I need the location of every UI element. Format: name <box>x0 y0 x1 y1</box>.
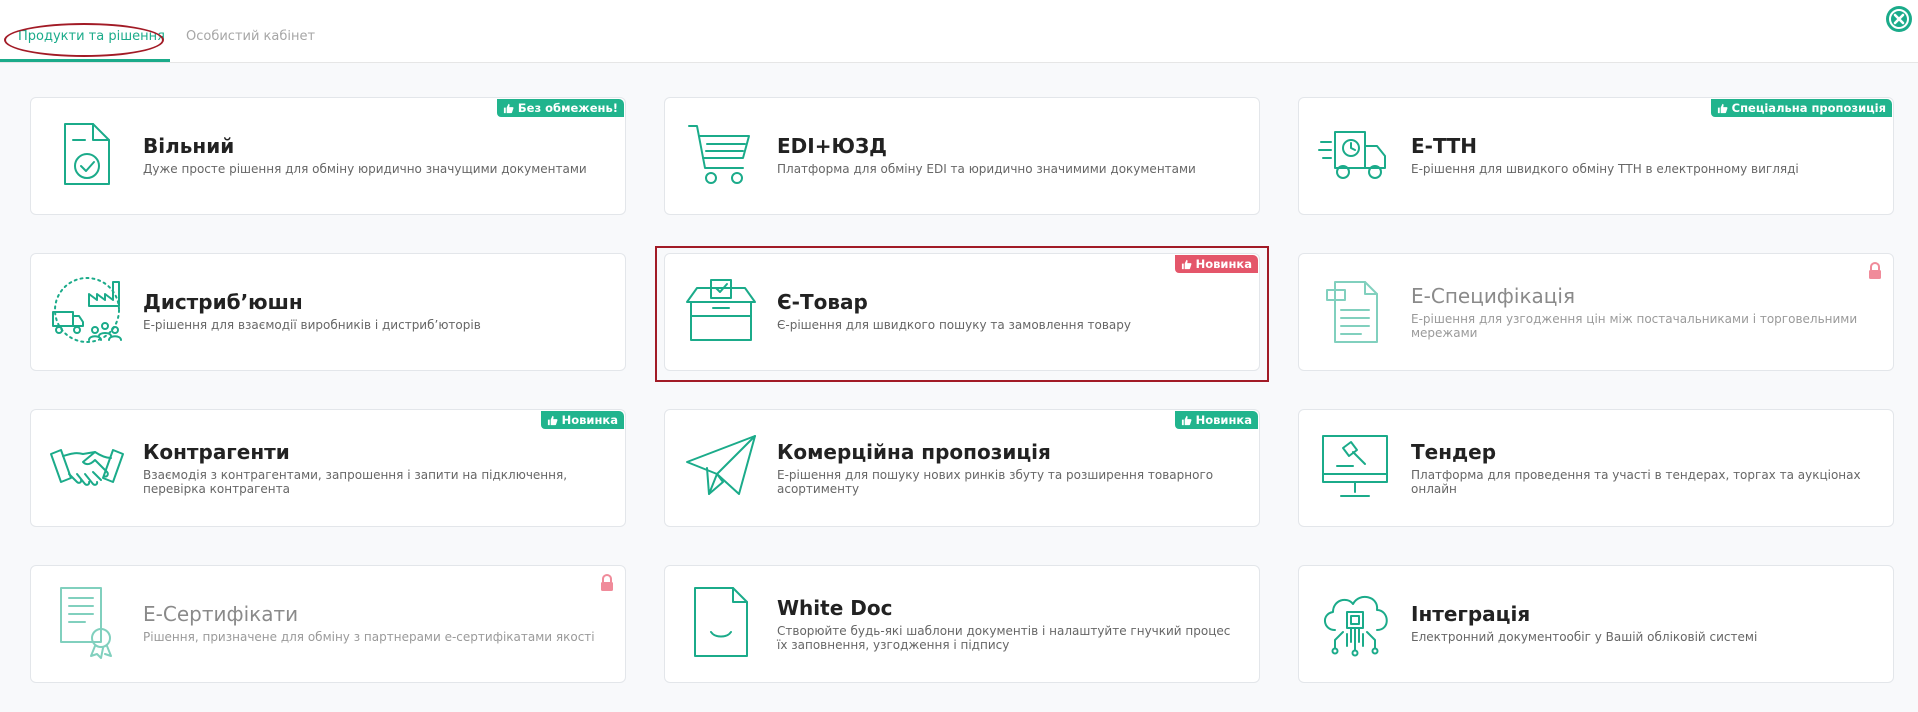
handshake-icon <box>50 449 124 486</box>
product-description: Е-рішення для пошуку нових ринків збуту … <box>777 468 1214 496</box>
product-card-vilnyi[interactable]: Вільний Дуже просте рішення для обміну ю… <box>30 97 626 215</box>
product-description: Взаємодія з контрагентами, запрошення і … <box>143 468 568 496</box>
certificate-icon <box>60 587 112 659</box>
lock-icon <box>1869 262 1881 279</box>
product-title: Е-ТТН <box>1411 134 1477 158</box>
delivery-truck-icon <box>1318 131 1386 179</box>
product-card-ettn[interactable]: Е-ТТН Е-рішення для швидкого обміну ТТН … <box>1298 97 1894 215</box>
paper-plane-icon <box>686 435 756 495</box>
product-card-white-doc[interactable]: White Doc Створюйте будь-які шаблони док… <box>664 565 1260 683</box>
badge-label: Новинка <box>1195 257 1252 271</box>
badge-label: Без обмежень! <box>517 101 618 115</box>
product-description: Створюйте будь-які шаблони документів і … <box>777 624 1231 652</box>
product-card-tender[interactable]: Тендер Платформа для проведення та участ… <box>1298 409 1894 527</box>
product-card-e-specification[interactable]: Е-Специфікація Е-рішення для узгодження … <box>1298 253 1894 371</box>
thumbs-up-icon <box>1181 415 1192 426</box>
close-button[interactable] <box>1886 6 1912 32</box>
close-icon <box>1889 9 1909 29</box>
product-description: Електронний документообіг у Вашій обліко… <box>1411 630 1758 644</box>
active-tab-indicator <box>0 59 170 62</box>
product-description: Е-рішення для взаємодії виробників і дис… <box>143 318 481 332</box>
product-card-distribution[interactable]: Дистриб’юшн Е-рішення для взаємодії виро… <box>30 253 626 371</box>
badge-label: Новинка <box>561 413 618 427</box>
shopping-cart-icon <box>688 125 750 184</box>
status-badge: Без обмежень! <box>496 99 624 117</box>
status-badge: Новинка <box>540 411 624 429</box>
badge-label: Новинка <box>1195 413 1252 427</box>
box-icon <box>686 279 756 341</box>
product-description: Рішення, призначене для обміну з партнер… <box>143 630 595 644</box>
product-card-edi[interactable]: EDI+ЮЗД Платформа для обміну EDI та юрид… <box>664 97 1260 215</box>
specification-icon <box>1326 281 1378 343</box>
product-title: Е-Сертифікати <box>143 602 299 626</box>
product-title: Дистриб’юшн <box>143 290 303 314</box>
product-title: Е-Специфікація <box>1411 284 1576 308</box>
tab-bar: Продукти та рішення Особистий кабінет <box>0 0 1918 63</box>
document-check-icon <box>64 123 110 185</box>
cloud-chip-icon <box>1324 595 1388 657</box>
tab-products[interactable]: Продукти та рішення <box>18 28 165 46</box>
product-title: Комерційна пропозиція <box>777 440 1051 464</box>
status-badge: Новинка <box>1174 411 1258 429</box>
status-badge: Новинка <box>1174 255 1258 273</box>
products-grid: Вільний Дуже просте рішення для обміну ю… <box>0 63 1918 712</box>
product-title: Вільний <box>143 134 235 158</box>
auction-monitor-icon <box>1322 435 1388 497</box>
product-description: Є-рішення для швидкого пошуку та замовле… <box>777 318 1131 332</box>
distribution-icon <box>52 277 122 343</box>
lock-icon <box>601 574 613 591</box>
product-description: Е-рішення для швидкого обміну ТТН в елек… <box>1411 162 1799 176</box>
status-badge: Спеціальна пропозиція <box>1710 99 1892 117</box>
product-card-commercial-offer[interactable]: Комерційна пропозиція Е-рішення для пошу… <box>664 409 1260 527</box>
badge-label: Спеціальна пропозиція <box>1731 101 1886 115</box>
product-title: White Doc <box>777 596 893 620</box>
product-title: Тендер <box>1411 440 1497 464</box>
product-title: Контрагенти <box>143 440 290 464</box>
thumbs-up-icon <box>503 103 514 114</box>
product-description: Платформа для проведення та участі в тен… <box>1411 468 1861 496</box>
product-title: Є-Товар <box>777 290 868 314</box>
product-card-counterparties[interactable]: Контрагенти Взаємодія з контрагентами, з… <box>30 409 626 527</box>
white-doc-icon <box>694 587 748 657</box>
thumbs-up-icon <box>547 415 558 426</box>
thumbs-up-icon <box>1181 259 1192 270</box>
product-card-ye-tovar[interactable]: Є-Товар Є-рішення для швидкого пошуку та… <box>664 253 1260 371</box>
product-card-e-certificates[interactable]: Е-Сертифікати Рішення, призначене для об… <box>30 565 626 683</box>
product-description: Дуже просте рішення для обміну юридично … <box>143 162 587 176</box>
product-description: Платформа для обміну EDI та юридично зна… <box>777 162 1196 176</box>
product-title: Інтеграція <box>1411 602 1531 626</box>
product-card-integration[interactable]: Інтеграція Електронний документообіг у В… <box>1298 565 1894 683</box>
thumbs-up-icon <box>1717 103 1728 114</box>
product-description: Е-рішення для узгодження цін між постача… <box>1411 312 1858 340</box>
product-title: EDI+ЮЗД <box>777 134 887 158</box>
tab-cabinet[interactable]: Особистий кабінет <box>186 28 315 46</box>
